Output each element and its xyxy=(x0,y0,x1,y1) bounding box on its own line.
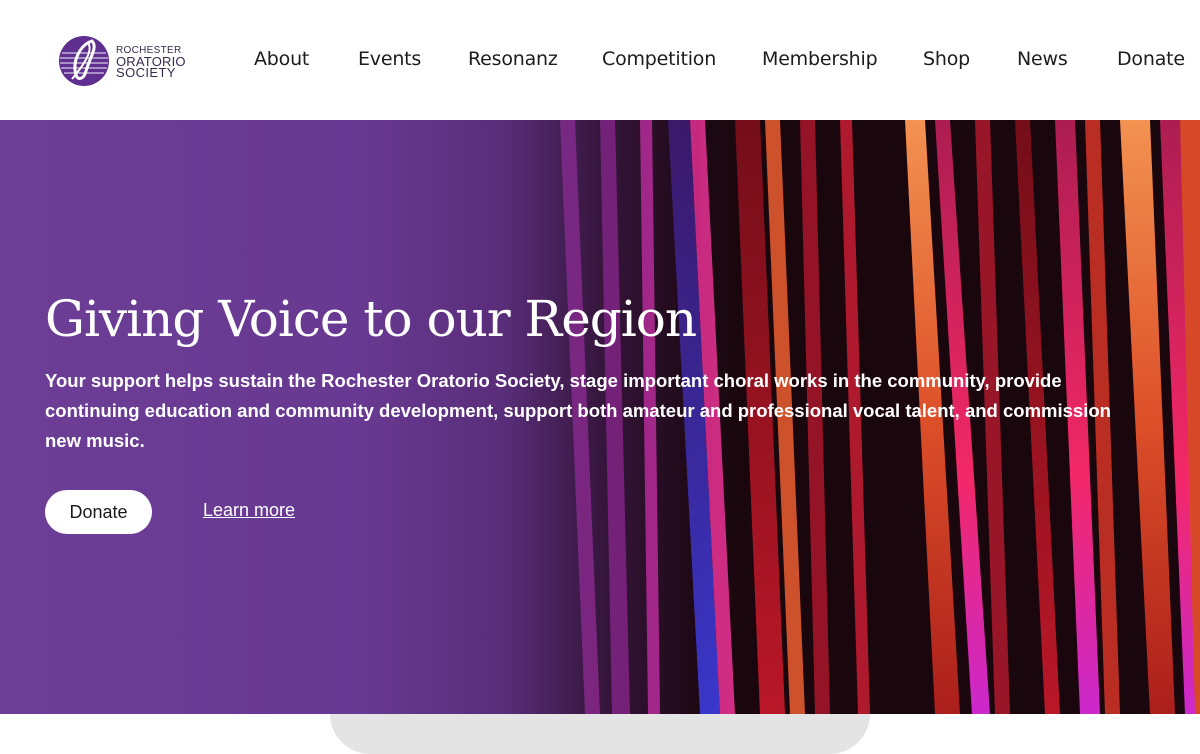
nav-membership[interactable]: Membership xyxy=(762,48,878,70)
hero-donate-button[interactable]: Donate xyxy=(45,490,152,534)
logo-mark-icon xyxy=(59,36,109,86)
nav-shop[interactable]: Shop xyxy=(923,48,970,70)
nav-news[interactable]: News xyxy=(1017,48,1068,70)
hero-title: Giving Voice to our Region xyxy=(45,290,697,348)
hero-description: Your support helps sustain the Rochester… xyxy=(45,370,1111,451)
site-logo[interactable]: ROCHESTER ORATORIO SOCIETY xyxy=(58,33,198,89)
logo-line-3: SOCIETY xyxy=(116,64,176,80)
main-nav: About Events Resonanz Competition Member… xyxy=(240,48,1200,74)
next-section-shape xyxy=(330,714,870,754)
nav-competition[interactable]: Competition xyxy=(602,48,716,70)
learn-more-link[interactable]: Learn more xyxy=(203,500,295,521)
nav-events[interactable]: Events xyxy=(358,48,421,70)
nav-about[interactable]: About xyxy=(254,48,309,70)
hero-section: Giving Voice to our Region Your support … xyxy=(0,120,1200,714)
nav-donate[interactable]: Donate xyxy=(1117,48,1185,70)
nav-resonanz[interactable]: Resonanz xyxy=(468,48,558,70)
site-header: ROCHESTER ORATORIO SOCIETY About Events … xyxy=(0,0,1200,120)
logo-text: ROCHESTER ORATORIO SOCIETY xyxy=(116,45,186,80)
